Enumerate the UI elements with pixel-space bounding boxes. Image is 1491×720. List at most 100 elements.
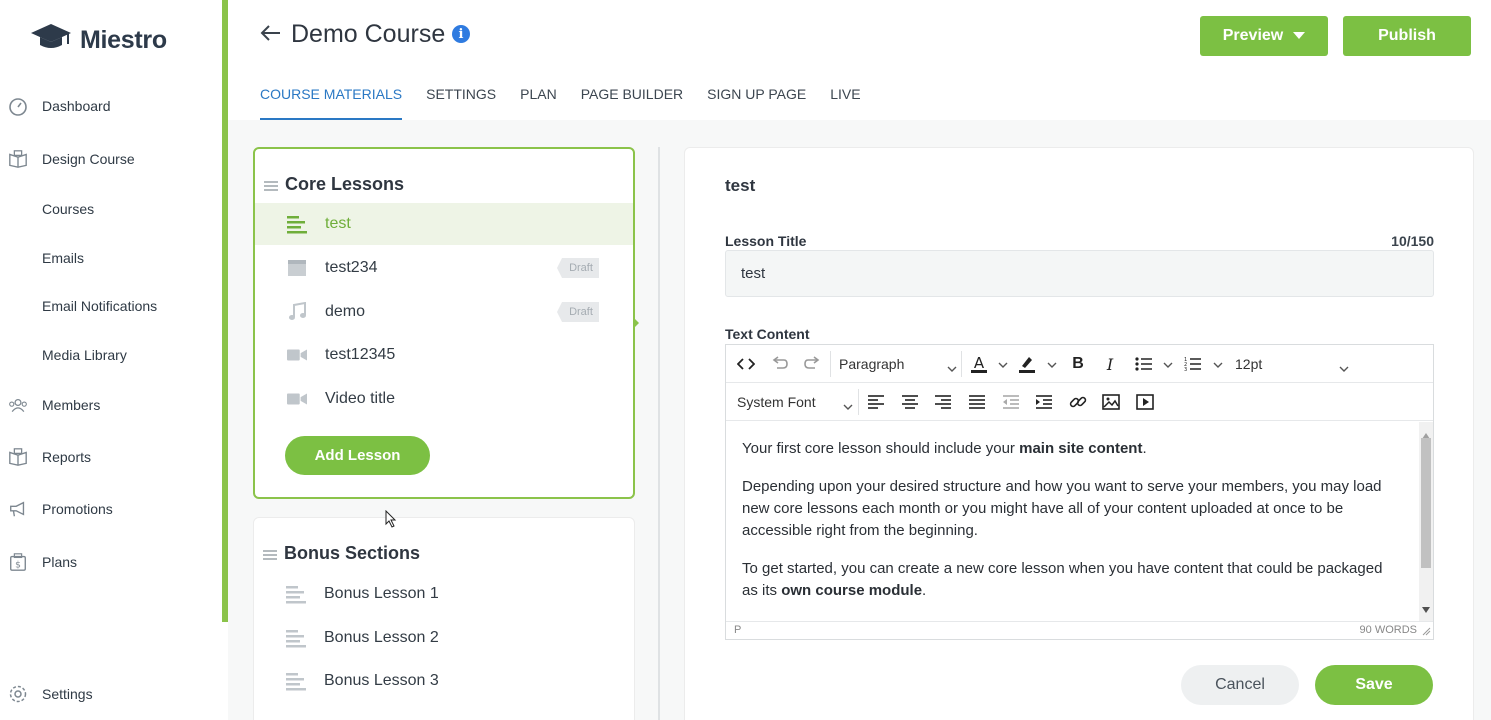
svg-text:3: 3: [1184, 367, 1187, 372]
toolbar-separator: [830, 351, 831, 377]
sidebar-item-media-library[interactable]: Media Library: [0, 337, 222, 373]
tab-course-materials[interactable]: COURSE MATERIALS: [260, 86, 403, 120]
lesson-item-bonus-1[interactable]: Bonus Lesson 1: [254, 573, 632, 615]
sidebar-item-label: Design Course: [42, 151, 135, 167]
undo-icon[interactable]: [767, 352, 791, 376]
lesson-item-bonus-2[interactable]: Bonus Lesson 2: [254, 617, 632, 659]
chevron-down-icon[interactable]: [1206, 353, 1230, 377]
cancel-button[interactable]: Cancel: [1181, 665, 1299, 705]
align-center-icon[interactable]: [898, 390, 922, 414]
lesson-item-bonus-3[interactable]: Bonus Lesson 3: [254, 660, 632, 702]
text-lines-icon: [287, 214, 307, 234]
lesson-title-input[interactable]: test: [725, 250, 1434, 297]
back-arrow-icon[interactable]: [258, 20, 284, 46]
sidebar-item-label: Promotions: [42, 501, 113, 517]
outdent-icon[interactable]: [999, 390, 1023, 414]
redo-icon[interactable]: [801, 352, 825, 376]
panel-divider: [658, 147, 660, 720]
bullet-list-icon[interactable]: [1132, 352, 1156, 376]
editor-toolbar-primary: Paragraph A B I 1 2 3 12pt: [726, 345, 1433, 383]
text-lines-icon: [286, 628, 306, 648]
svg-text:$: $: [15, 560, 21, 570]
chevron-down-icon: [843, 397, 853, 413]
lesson-item-demo[interactable]: demo Draft: [255, 291, 633, 333]
toolbar-separator: [961, 351, 962, 377]
sidebar-item-plans[interactable]: $ Plans: [0, 544, 222, 580]
block-format-select[interactable]: Paragraph: [839, 350, 957, 378]
logo-text: Miestro: [80, 26, 167, 54]
course-tabs: COURSE MATERIALS SETTINGS PLAN PAGE BUIL…: [260, 86, 885, 120]
editor-heading: test: [725, 176, 756, 195]
numbered-list-icon[interactable]: 123: [1181, 352, 1205, 376]
chevron-down-icon[interactable]: [1040, 353, 1064, 377]
save-button[interactable]: Save: [1315, 665, 1433, 705]
highlight-color-icon[interactable]: [1015, 352, 1039, 376]
lesson-label: test12345: [325, 346, 396, 363]
preview-button[interactable]: Preview: [1200, 16, 1328, 56]
editor-toolbar-secondary: System Font: [726, 383, 1433, 421]
sidebar-item-settings[interactable]: Settings: [0, 676, 222, 712]
align-left-icon[interactable]: [864, 390, 888, 414]
bonus-sections-section: Bonus Sections Bonus Lesson 1 Bonus Less…: [253, 517, 635, 720]
font-family-select[interactable]: System Font: [737, 388, 853, 416]
lesson-editor: test Lesson Title 10/150 test Text Conte…: [684, 147, 1474, 720]
lesson-item-test12345[interactable]: test12345: [255, 334, 633, 376]
media-embed-icon[interactable]: [1133, 390, 1157, 414]
content-paragraph-3: To get started, you can create a new cor…: [742, 560, 1383, 599]
scroll-thumb[interactable]: [1421, 438, 1431, 568]
tab-sign-up-page[interactable]: SIGN UP PAGE: [707, 86, 806, 120]
resize-handle-icon[interactable]: [1422, 627, 1431, 639]
text-color-icon[interactable]: A: [967, 352, 991, 376]
editor-content[interactable]: Your first core lesson should include yo…: [726, 422, 1433, 622]
sidebar-item-members[interactable]: Members: [0, 387, 222, 423]
info-icon[interactable]: i: [452, 25, 470, 43]
sidebar-item-dashboard[interactable]: Dashboard: [0, 88, 222, 124]
tab-page-builder[interactable]: PAGE BUILDER: [581, 86, 683, 120]
indent-icon[interactable]: [1032, 390, 1056, 414]
sidebar-item-label: Members: [42, 397, 101, 413]
font-size-select[interactable]: 12pt: [1235, 350, 1349, 378]
italic-icon[interactable]: I: [1098, 352, 1122, 376]
tab-settings[interactable]: SETTINGS: [426, 86, 496, 120]
scroll-down-icon[interactable]: [1422, 600, 1430, 618]
rich-text-editor: Paragraph A B I 1 2 3 12pt System Font Y…: [725, 344, 1434, 640]
sidebar-item-reports[interactable]: Reports: [0, 439, 222, 475]
chevron-down-icon: [947, 359, 957, 375]
video-camera-icon: [287, 345, 307, 365]
chevron-down-icon[interactable]: [1156, 353, 1180, 377]
publish-button[interactable]: Publish: [1343, 16, 1471, 56]
bold-icon[interactable]: B: [1066, 352, 1090, 376]
section-title: Core Lessons: [285, 174, 405, 194]
sidebar-item-courses[interactable]: Courses: [0, 191, 222, 227]
sidebar-item-email-notifications[interactable]: Email Notifications: [0, 288, 222, 324]
text-content-label: Text Content: [725, 326, 810, 342]
lesson-label: demo: [325, 303, 366, 320]
preview-button-label: Preview: [1222, 27, 1284, 44]
source-code-icon[interactable]: [734, 352, 758, 376]
core-lessons-section: Core Lessons test test234 Draft demo Dra…: [253, 147, 635, 499]
add-lesson-button[interactable]: Add Lesson: [285, 436, 430, 475]
align-justify-icon[interactable]: [965, 390, 989, 414]
lesson-item-test[interactable]: test: [255, 203, 633, 245]
course-header: Demo Course i Preview Publish COURSE MAT…: [228, 0, 1491, 120]
lesson-item-video-title[interactable]: Video title: [255, 378, 633, 420]
lesson-label: Bonus Lesson 2: [324, 629, 439, 646]
lesson-item-test234[interactable]: test234 Draft: [255, 247, 633, 289]
page-title: Demo Course: [291, 20, 446, 48]
link-icon[interactable]: [1066, 390, 1090, 414]
chevron-down-icon[interactable]: [991, 353, 1015, 377]
sidebar-item-design-course[interactable]: Design Course: [0, 141, 222, 177]
content-paragraph-1: Your first core lesson should include yo…: [742, 440, 1147, 457]
main-area: Demo Course i Preview Publish COURSE MAT…: [228, 0, 1491, 720]
sidebar-item-promotions[interactable]: Promotions: [0, 491, 222, 527]
align-right-icon[interactable]: [931, 390, 955, 414]
tab-plan[interactable]: PLAN: [520, 86, 557, 120]
drag-handle-icon[interactable]: [264, 178, 278, 191]
image-icon[interactable]: [1099, 390, 1123, 414]
logo[interactable]: Miestro: [30, 22, 167, 59]
editor-scrollbar[interactable]: [1419, 422, 1433, 622]
drag-handle-icon[interactable]: [263, 547, 277, 560]
sidebar-item-emails[interactable]: Emails: [0, 240, 222, 276]
element-path[interactable]: P: [734, 624, 741, 636]
tab-live[interactable]: LIVE: [830, 86, 860, 120]
